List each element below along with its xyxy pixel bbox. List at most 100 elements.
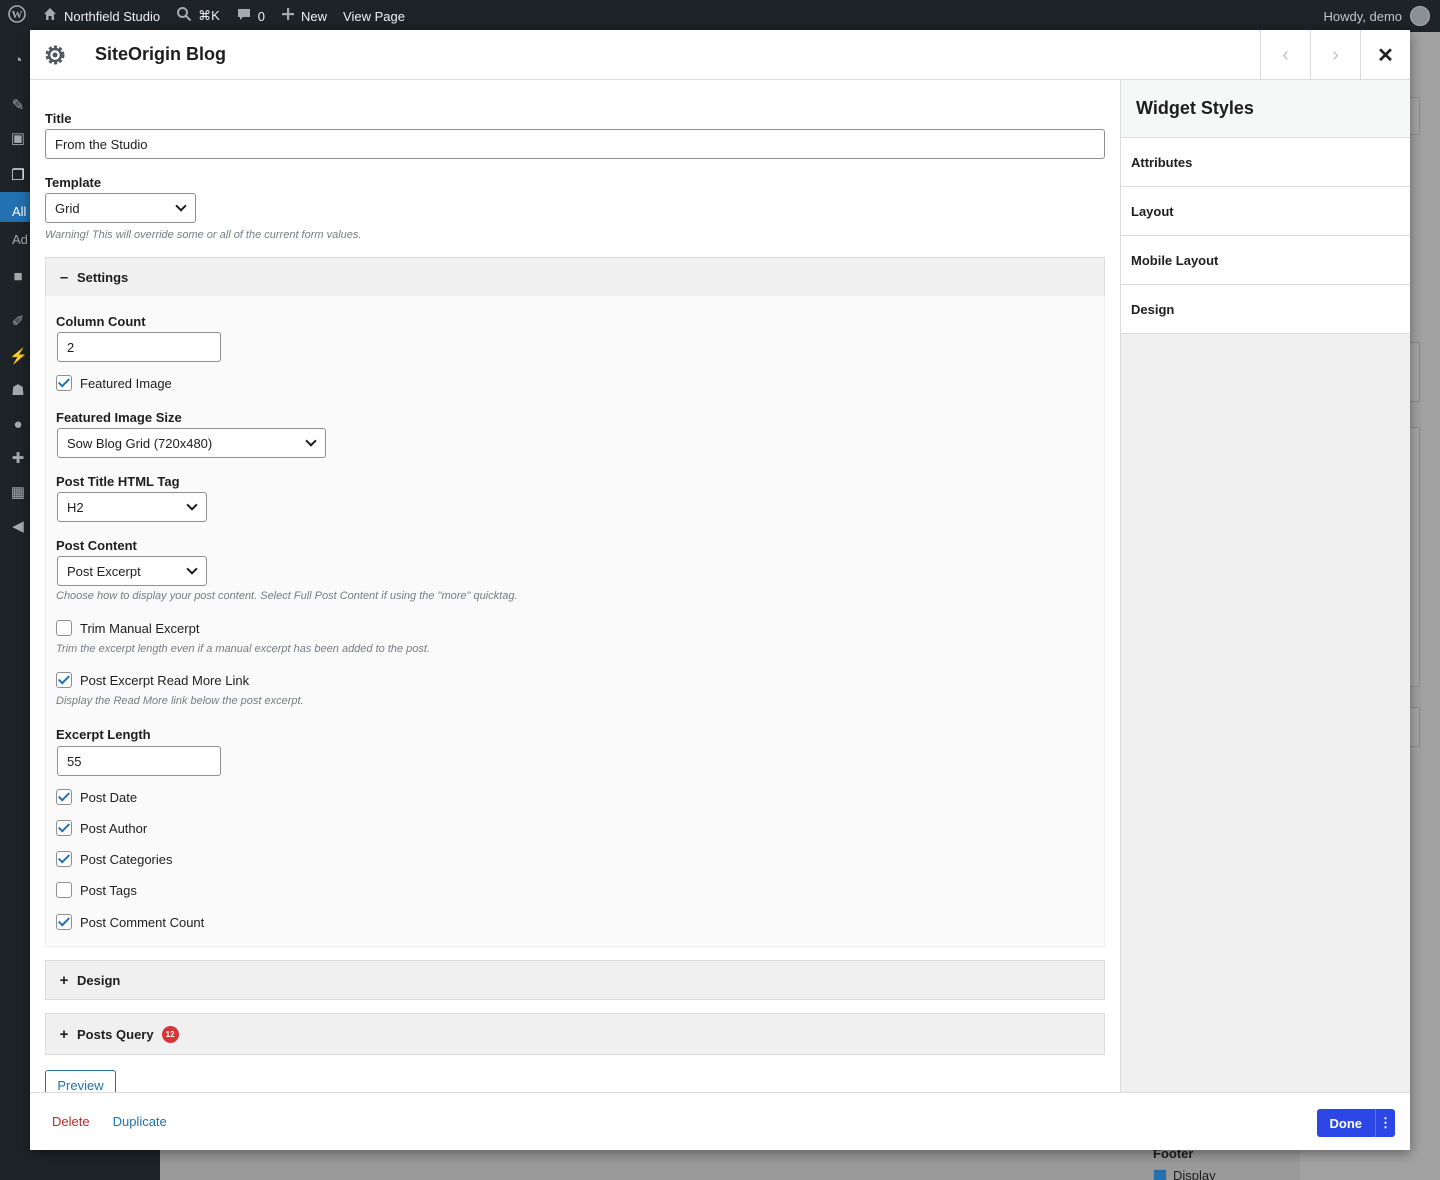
dialog-footer: Delete Duplicate Done ⋮ — [30, 1092, 1410, 1150]
posts-query-section-toggle[interactable]: + Posts Query 12 — [45, 1013, 1105, 1055]
featured-image-size-value: Sow Blog Grid (720x480) — [67, 435, 213, 451]
post-author-checkbox[interactable] — [56, 820, 72, 836]
post-title-tag-select[interactable]: H2 — [57, 492, 207, 522]
styles-section-design[interactable]: Design — [1121, 285, 1410, 334]
previous-widget-button[interactable]: ‹ — [1260, 30, 1310, 80]
styles-section-layout[interactable]: Layout — [1121, 187, 1410, 236]
post-date-label: Post Date — [80, 789, 138, 805]
comments-menu-icon[interactable]: ■ — [9, 268, 27, 286]
dialog-header: SiteOrigin Blog ‹ › ✕ — [30, 30, 1410, 80]
featured-image-size-select[interactable]: Sow Blog Grid (720x480) — [57, 428, 326, 458]
tools-icon[interactable]: ✚ — [9, 450, 27, 468]
settings-icon[interactable]: ▦ — [9, 484, 27, 502]
comments-count: 0 — [257, 8, 266, 24]
comments-link[interactable]: 0 — [228, 0, 273, 32]
post-date-checkbox[interactable] — [56, 789, 72, 805]
wordpress-logo-icon: W — [8, 5, 26, 27]
new-content-link[interactable]: New — [273, 0, 335, 32]
submenu-all[interactable]: All — [12, 204, 26, 219]
account-menu[interactable]: Howdy, demo — [1323, 6, 1440, 26]
more-options-button[interactable]: ⋮ — [1375, 1109, 1395, 1137]
post-tags-option[interactable]: Post Tags — [56, 882, 137, 898]
widget-styles-heading: Widget Styles — [1121, 80, 1410, 138]
shortcut-label: ⌘K — [198, 8, 220, 23]
featured-image-option[interactable]: Featured Image — [56, 375, 172, 391]
post-tags-checkbox[interactable] — [56, 882, 72, 898]
duplicate-link[interactable]: Duplicate — [113, 1114, 167, 1129]
media-icon[interactable]: ▣ — [9, 130, 27, 148]
trim-manual-excerpt-option[interactable]: Trim Manual Excerpt — [56, 620, 199, 636]
read-more-link-checkbox[interactable] — [56, 672, 72, 688]
site-name-link[interactable]: Northfield Studio — [34, 0, 168, 32]
delete-link[interactable]: Delete — [52, 1114, 90, 1129]
featured-image-checkbox[interactable] — [56, 375, 72, 391]
siteorigin-icon[interactable]: ☗ — [9, 382, 27, 400]
widget-form: Title From the Studio Template Grid Warn… — [30, 80, 1120, 1092]
chevron-down-icon — [175, 200, 187, 212]
posts-query-section-title: Posts Query — [77, 1026, 154, 1042]
chevron-down-icon — [186, 499, 198, 511]
appearance-icon[interactable]: ✐ — [9, 313, 27, 331]
view-page-link[interactable]: View Page — [335, 0, 413, 32]
users-icon[interactable]: ● — [9, 416, 27, 434]
post-content-value: Post Excerpt — [67, 563, 141, 579]
styles-section-attributes[interactable]: Attributes — [1121, 138, 1410, 187]
post-categories-label: Post Categories — [80, 851, 173, 867]
read-more-link-note: Display the Read More link below the pos… — [56, 695, 304, 707]
view-page-label: View Page — [343, 8, 405, 24]
styles-section-mobile-layout[interactable]: Mobile Layout — [1121, 236, 1410, 285]
posts-query-badge: 12 — [161, 1025, 179, 1043]
pages-icon[interactable]: ❐ — [9, 167, 27, 185]
template-select[interactable]: Grid — [45, 193, 196, 223]
done-button[interactable]: Done — [1316, 1109, 1375, 1137]
post-author-option[interactable]: Post Author — [56, 820, 147, 836]
submenu-add[interactable]: Ad — [12, 232, 28, 247]
title-label: Title — [45, 111, 72, 126]
chevron-down-icon — [305, 435, 317, 447]
column-count-label: Column Count — [56, 314, 146, 329]
post-comment-count-option[interactable]: Post Comment Count — [56, 914, 204, 930]
read-more-link-option[interactable]: Post Excerpt Read More Link — [56, 672, 249, 688]
post-categories-checkbox[interactable] — [56, 851, 72, 867]
design-section-toggle[interactable]: + Design — [45, 960, 1105, 1000]
chevron-left-icon: ‹ — [1282, 43, 1289, 66]
dialog-title: SiteOrigin Blog — [95, 44, 227, 64]
backdrop-display-label: Display — [1173, 1168, 1216, 1180]
svg-text:W: W — [12, 9, 23, 21]
featured-image-label: Featured Image — [80, 375, 172, 391]
excerpt-length-input[interactable]: 55 — [57, 746, 221, 776]
post-categories-option[interactable]: Post Categories — [56, 851, 173, 867]
trim-manual-excerpt-checkbox[interactable] — [56, 620, 72, 636]
template-value: Grid — [55, 200, 80, 216]
site-name: Northfield Studio — [64, 8, 161, 24]
collapse-icon[interactable]: ◀ — [9, 518, 27, 536]
preview-button[interactable]: Preview — [45, 1070, 116, 1092]
new-label: New — [301, 8, 328, 24]
featured-image-size-label: Featured Image Size — [56, 410, 182, 425]
search-icon — [176, 6, 192, 26]
column-count-input[interactable]: 2 — [57, 332, 221, 362]
dashboard-icon[interactable]: ◔ — [9, 52, 27, 70]
title-input[interactable]: From the Studio — [45, 129, 1105, 159]
close-dialog-button[interactable]: ✕ — [1360, 30, 1410, 80]
close-icon: ✕ — [1377, 44, 1394, 67]
command-search-button[interactable]: ⌘K — [168, 0, 228, 32]
avatar — [1410, 6, 1430, 26]
plugins-icon[interactable]: ⚡ — [9, 348, 28, 366]
post-comment-count-checkbox[interactable] — [56, 914, 72, 930]
howdy-label: Howdy, demo — [1323, 8, 1402, 24]
design-section-title: Design — [77, 972, 121, 988]
post-date-option[interactable]: Post Date — [56, 789, 137, 805]
next-widget-button[interactable]: › — [1310, 30, 1360, 80]
admin-bar: W Northfield Studio ⌘K 0 New View Page H… — [0, 0, 1440, 32]
post-title-tag-value: H2 — [67, 499, 84, 515]
wordpress-logo-button[interactable]: W — [0, 0, 34, 32]
settings-section-toggle[interactable]: – Settings — [45, 257, 1105, 297]
pin-icon[interactable]: ✎ — [9, 97, 27, 115]
post-content-select[interactable]: Post Excerpt — [57, 556, 207, 586]
backdrop-checkbox — [1153, 1168, 1167, 1180]
widget-edit-dialog: SiteOrigin Blog ‹ › ✕ Title From the Stu… — [30, 30, 1410, 1150]
home-icon — [42, 6, 58, 26]
template-warning: Warning! This will override some or all … — [45, 229, 362, 241]
chevron-right-icon: › — [1332, 43, 1339, 66]
